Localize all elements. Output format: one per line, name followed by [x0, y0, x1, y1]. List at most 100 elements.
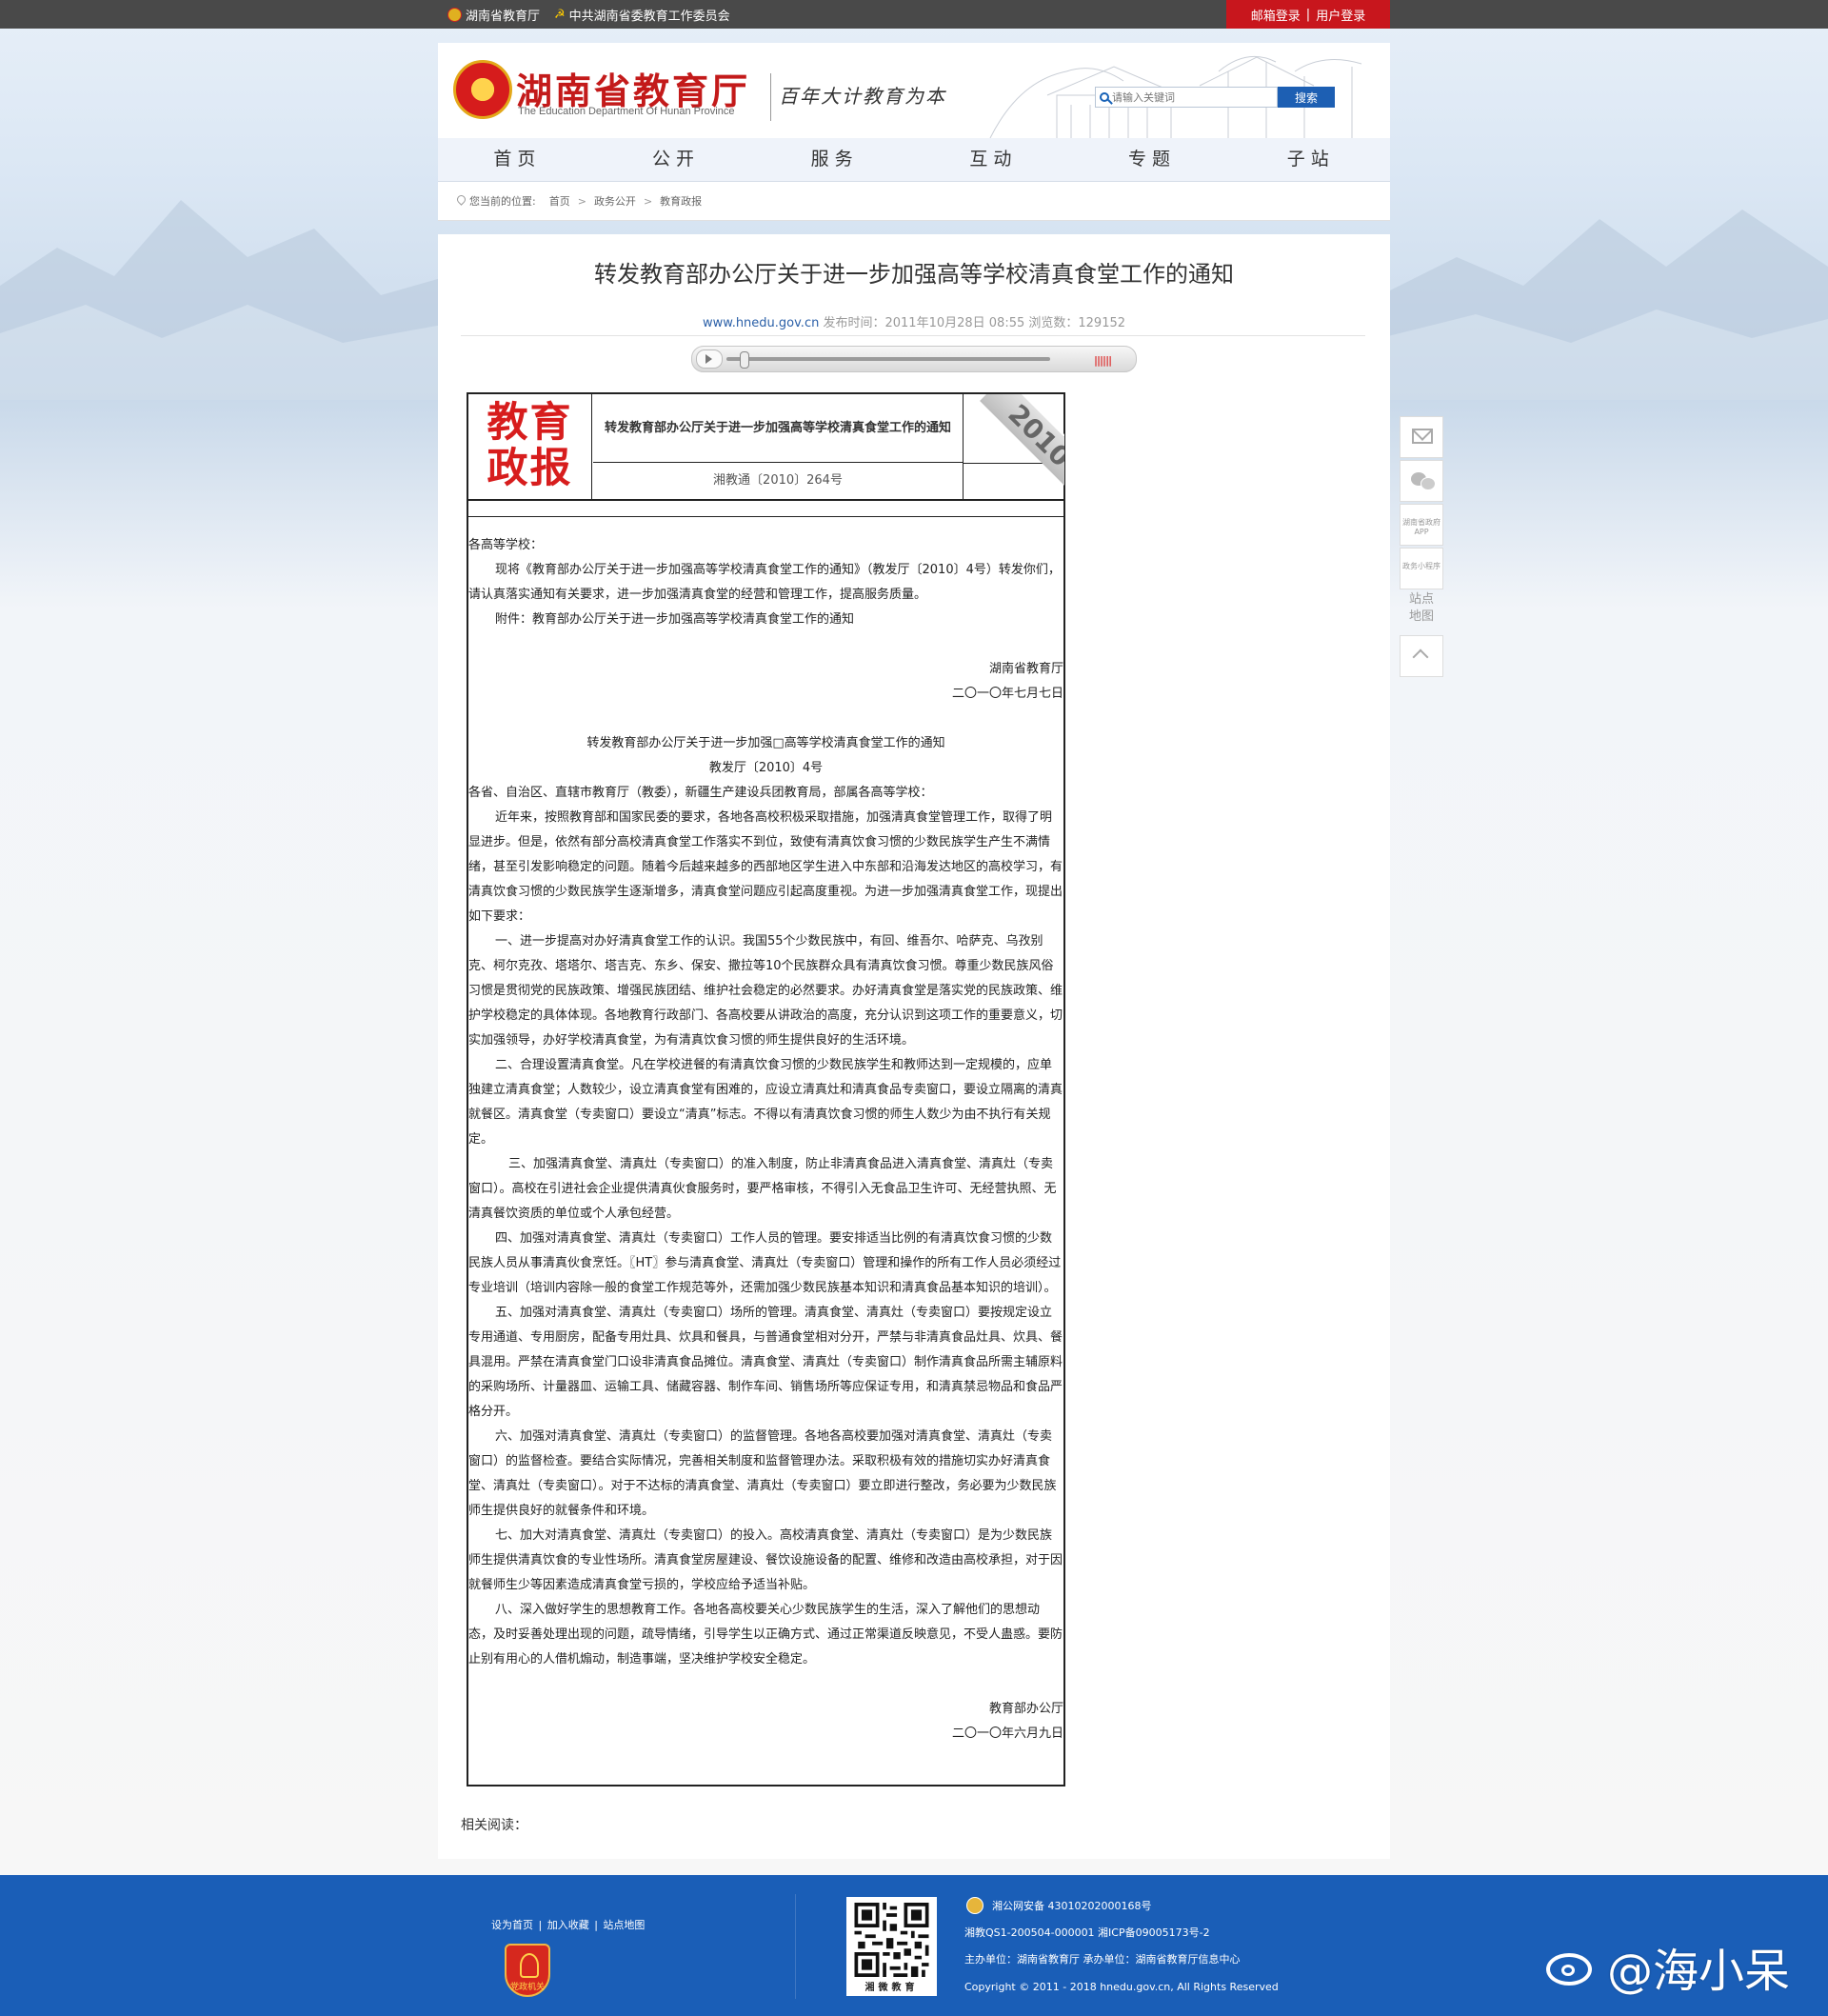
sub-document-number: 教发厅〔2010〕4号 [708, 761, 824, 775]
nav-topics[interactable]: 专题 [1073, 138, 1232, 181]
bulletin-stamp: 教育 政报 [468, 394, 592, 499]
search-button[interactable]: 搜索 [1278, 87, 1335, 108]
document-frame: 教育 政报 转发教育部办公厅关于进一步加强高等学校清真食堂工作的通知 湘教通〔2… [467, 392, 1065, 1786]
sub-document-title: 转发教育部办公厅关于进一步加强□高等学校清真食堂工作的通知 [586, 736, 945, 750]
section-3: 三、加强清真食堂、清真灶（专卖窗口）的准入制度，防止非清真食品进入清真食堂、清真… [468, 1157, 1057, 1221]
qr-caption: 湘微教育 [864, 1983, 919, 1993]
article-source[interactable]: www.hnedu.gov.cn [703, 316, 819, 330]
title-divider [461, 335, 1365, 336]
volume-indicator[interactable]: |||||| [1094, 354, 1112, 367]
party-icon: ☭ [554, 8, 566, 22]
police-record[interactable]: 湘公网安备 43010202000168号 [992, 1898, 1151, 1913]
document-body: 各高等学校： 现将《教育部办公厅关于进一步加强高等学校清真食堂工作的通知》（教发… [468, 533, 1063, 1747]
link-hunan-education[interactable]: 湖南省教育厅 [447, 6, 540, 24]
progress-handle[interactable] [740, 351, 749, 369]
section-8: 八、深入做好学生的思想教育工作。各地各高校要关心少数民族学生的生活，深入了解他们… [468, 1603, 1063, 1667]
section-1: 一、进一步提高对办好清真食堂工作的认识。我国55个少数民族中，有回、维吾尔、哈萨… [468, 934, 1063, 1048]
date-2: 二〇一〇年六月九日 [951, 1727, 1063, 1741]
document-number: 湘教通〔2010〕264号 [713, 473, 843, 488]
footer-divider [795, 1894, 796, 1999]
breadcrumb-gov-affairs[interactable]: 政务公开 [594, 193, 636, 209]
breadcrumb-separator: > [643, 194, 653, 208]
main-nav: 首页 公开 服务 互动 专题 子站 [438, 138, 1390, 182]
nav-public[interactable]: 公开 [597, 138, 756, 181]
location-pin-icon [457, 195, 466, 207]
weibo-watermark: @海小呆 [1544, 1933, 1790, 2000]
stamp-line-2: 政报 [487, 445, 573, 492]
host-info: 主办单位：湖南省教育厅 承办单位：湖南省教育厅信息中心 [964, 1953, 1241, 1966]
search-input[interactable] [1112, 90, 1264, 104]
wechat-qr-code: 湘微教育 [846, 1897, 937, 1996]
watermark-text: @海小呆 [1607, 1945, 1791, 1998]
sitemap-footer-link[interactable]: 站点地图 [603, 1919, 645, 1931]
progress-track[interactable] [726, 357, 1050, 361]
login-separator: | [1305, 7, 1311, 22]
section-5: 五、加强对清真食堂、清真灶（专卖窗口）场所的管理。清真食堂、清真灶（专卖窗口）要… [468, 1306, 1063, 1419]
sitemap-link[interactable]: 站点地图 [1405, 591, 1438, 629]
miniprogram-button[interactable]: 政务小程序 [1400, 548, 1443, 589]
article-title: 转发教育部办公厅关于进一步加强高等学校清真食堂工作的通知 [594, 261, 1234, 288]
stamp-line-1: 教育 [487, 399, 573, 447]
site-header: 湖南省教育厅 The Education Department Of Hunan… [438, 43, 1390, 138]
article-container: 转发教育部办公厅关于进一步加强高等学校清真食堂工作的通知 www.hnedu.g… [438, 234, 1390, 1859]
nav-service[interactable]: 服务 [755, 138, 914, 181]
paragraph-forward: 现将《教育部办公厅关于进一步加强高等学校清真食堂工作的通知》（教发厅〔2010〕… [468, 563, 1061, 602]
national-emblem-icon [453, 60, 512, 119]
related-reading: 相关阅读： [461, 1818, 527, 1833]
wechat-button[interactable] [1400, 460, 1443, 502]
nav-subsites[interactable]: 子站 [1231, 138, 1390, 181]
search-bar: 搜索 [1095, 87, 1335, 108]
copyright: Copyright © 2011 - 2018 hnedu.gov.cn, Al… [964, 1981, 1279, 1993]
section-6: 六、加强对清真食堂、清真灶（专卖窗口）的监督管理。各地各高校要加强对清真食堂、清… [468, 1429, 1057, 1518]
mail-login-link[interactable]: 邮箱登录 [1251, 6, 1301, 24]
logo-divider [770, 73, 771, 121]
article-date-views: 发布时间：2011年10月28日 08:55 浏览数：129152 [823, 316, 1126, 330]
nav-interaction[interactable]: 互动 [914, 138, 1073, 181]
breadcrumb-edu-bulletin[interactable]: 教育政报 [660, 193, 702, 209]
breadcrumb-label: 您当前的位置: [469, 195, 536, 208]
section-2: 二、合理设置清真食堂。凡在学校进餐的有清真饮食习惯的少数民族学生和教师达到一定规… [468, 1058, 1063, 1147]
play-icon[interactable] [696, 349, 723, 369]
arrow-up-icon [1412, 649, 1429, 666]
search-field [1095, 87, 1278, 108]
breadcrumb: 您当前的位置: 首页 > 政务公开 > 教育政报 [438, 182, 1390, 221]
qr-code-icon [854, 1903, 929, 1977]
year-ribbon: 2010 [963, 394, 1064, 499]
section-7: 七、加大对清真食堂、清真灶（专卖窗口）的投入。高校清真食堂、清真灶（专卖窗口）是… [468, 1528, 1063, 1592]
search-icon [1100, 92, 1109, 102]
set-homepage-link[interactable]: 设为首页 [491, 1919, 533, 1931]
date-1: 二〇一〇年七月七日 [951, 687, 1063, 701]
background-mountains-right [1381, 210, 1828, 400]
site-logo-english: The Education Department Of Hunan Provin… [518, 106, 735, 117]
document-title: 转发教育部办公厅关于进一步加强高等学校清真食堂工作的通知 [593, 394, 963, 463]
background-mountains-left [0, 200, 447, 400]
login-box: 邮箱登录 | 用户登录 [1226, 0, 1390, 29]
paragraph-intro: 近年来，按照教育部和国家民委的要求，各地各高校积极采取措施，加强清真食堂管理工作… [468, 810, 1063, 924]
attachment-note: 附件：教育部办公厅关于进一步加强高等学校清真食堂工作的通知 [495, 612, 855, 627]
back-to-top-button[interactable] [1400, 635, 1443, 677]
add-favorite-link[interactable]: 加入收藏 [547, 1919, 589, 1931]
badge-label: 党政机关 [509, 1983, 545, 1992]
app-label: 湖南省政府APP [1402, 518, 1441, 536]
footer-links: 设为首页 | 加入收藏 | 站点地图 [491, 1919, 646, 1931]
nav-home[interactable]: 首页 [438, 138, 597, 181]
user-login-link[interactable]: 用户登录 [1316, 6, 1365, 24]
wechat-icon [1411, 472, 1436, 490]
side-toolbar: 湖南省政府APP 政务小程序 站点地图 [1400, 416, 1443, 679]
email-button[interactable] [1400, 416, 1443, 458]
icp-record[interactable]: 湘教QS1-200504-000001 湘ICP备09005173号-2 [964, 1925, 1210, 1940]
section-4: 四、加强对清真食堂、清真灶（专卖窗口）工作人员的管理。要安排适当比例的有清真饮食… [468, 1231, 1062, 1295]
app-button[interactable]: 湖南省政府APP [1400, 504, 1443, 546]
weibo-icon [1544, 1946, 1600, 1987]
document-header: 教育 政报 转发教育部办公厅关于进一步加强高等学校清真食堂工作的通知 湘教通〔2… [468, 394, 1064, 501]
signature-2: 教育部办公厅 [988, 1702, 1063, 1716]
signature-1: 湖南省教育厅 [988, 662, 1063, 676]
mail-icon [1412, 429, 1433, 444]
miniprogram-label: 政务小程序 [1402, 562, 1441, 570]
link-provincial-committee[interactable]: ☭ 中共湖南省委教育工作委员会 [554, 6, 730, 24]
top-bar: 湖南省教育厅 ☭ 中共湖南省委教育工作委员会 邮箱登录 | 用户登录 [0, 0, 1828, 29]
gov-org-badge-icon[interactable]: 党政机关 [505, 1944, 550, 1997]
breadcrumb-home[interactable]: 首页 [549, 193, 570, 209]
year-label: 2010 [980, 394, 1064, 495]
recipients: 各省、自治区、直辖市教育厅（教委），新疆生产建设兵团教育局，部属各高等学校： [468, 786, 933, 800]
